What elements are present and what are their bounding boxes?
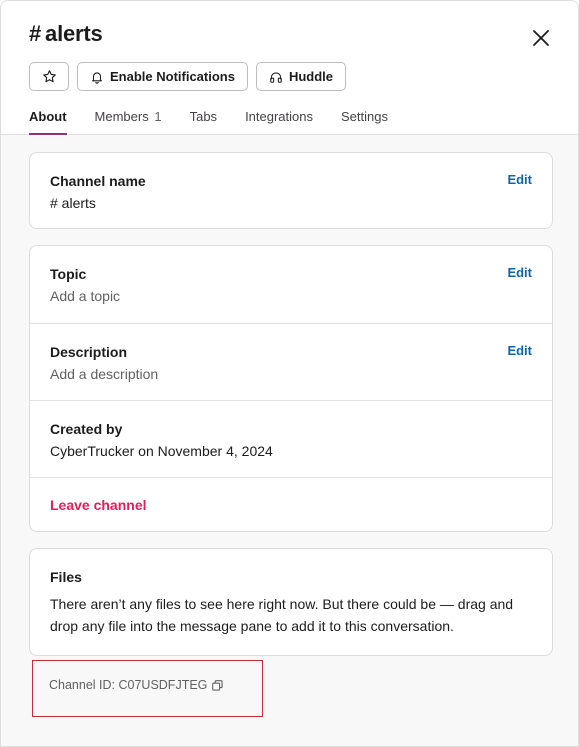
enable-notifications-button[interactable]: Enable Notifications (77, 62, 248, 91)
topic-section[interactable]: Topic Add a topic Edit (30, 246, 552, 323)
huddle-label: Huddle (288, 69, 334, 84)
channel-details-modal: # alerts Enable Notifications Huddle Abo… (0, 0, 579, 747)
members-count: 1 (154, 109, 162, 124)
created-by-section: Created by CyberTrucker on November 4, 2… (30, 400, 552, 477)
leave-channel-section: Leave channel (30, 477, 552, 531)
topic-placeholder: Add a topic (50, 288, 121, 304)
leave-channel-button[interactable]: Leave channel (50, 497, 532, 513)
headphones-icon (270, 71, 282, 83)
tab-settings[interactable]: Settings (341, 109, 388, 135)
bell-icon (92, 71, 102, 84)
channel-name-section: Channel name # alerts Edit (30, 153, 552, 211)
description-label: Description (50, 344, 128, 360)
files-empty-text: There aren’t any files to see here right… (50, 596, 514, 634)
edit-description-link[interactable]: Edit (507, 343, 532, 358)
copy-icon[interactable] (212, 679, 224, 691)
edit-topic-link[interactable]: Edit (507, 265, 532, 280)
channel-name-card: Channel name # alerts Edit (29, 152, 553, 229)
created-by-label: Created by (50, 421, 123, 437)
star-icon (42, 70, 56, 83)
tab-integrations[interactable]: Integrations (245, 109, 313, 135)
modal-header: # alerts Enable Notifications Huddle Abo… (1, 1, 578, 135)
tab-tabs[interactable]: Tabs (190, 109, 217, 135)
channel-details-card: Topic Add a topic Edit Description Add a… (29, 245, 553, 532)
channel-title-text: alerts (45, 21, 103, 46)
files-label: Files (50, 569, 82, 585)
edit-channel-name-link[interactable]: Edit (507, 172, 532, 187)
created-by-value: CyberTrucker on November 4, 2024 (50, 443, 273, 459)
channel-id-row[interactable]: Channel ID: C07USDFJTEG (49, 678, 224, 692)
description-section[interactable]: Description Add a description Edit (30, 323, 552, 400)
description-placeholder: Add a description (50, 366, 159, 382)
enable-notifications-label: Enable Notifications (110, 69, 235, 84)
channel-id-text: Channel ID: C07USDFJTEG (49, 678, 208, 692)
channel-actions: Enable Notifications Huddle (29, 62, 347, 91)
huddle-button[interactable]: Huddle (255, 62, 347, 91)
close-icon (533, 30, 549, 46)
tab-bar: About Members 1 Tabs Integrations Settin… (29, 109, 388, 135)
tab-members[interactable]: Members 1 (95, 109, 162, 135)
files-card: Files There aren’t any files to see here… (29, 548, 553, 656)
files-section: Files There aren’t any files to see here… (30, 549, 552, 637)
topic-label: Topic (50, 266, 87, 282)
hash-symbol: # (29, 21, 42, 46)
tab-members-label: Members (94, 109, 149, 124)
channel-name-label: Channel name (50, 173, 146, 189)
tab-about[interactable]: About (29, 109, 67, 135)
close-button[interactable] (530, 27, 552, 49)
star-button[interactable] (29, 62, 69, 91)
channel-title: # alerts (29, 21, 103, 47)
channel-name-value: # alerts (50, 195, 96, 211)
